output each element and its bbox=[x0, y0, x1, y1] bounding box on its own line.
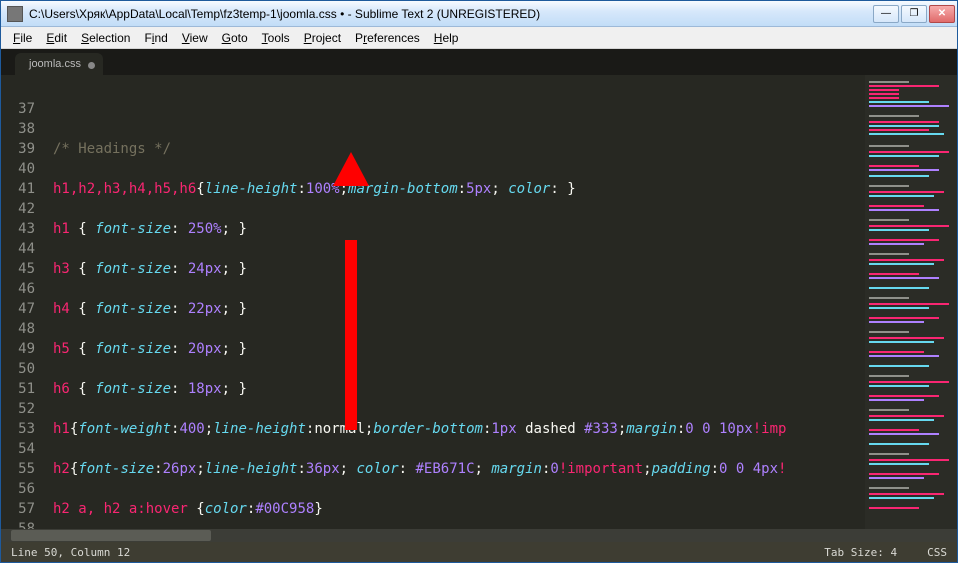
scroll-thumb[interactable] bbox=[11, 530, 211, 541]
tab-label: joomla.css bbox=[29, 58, 81, 70]
menu-help[interactable]: Help bbox=[428, 29, 465, 47]
menubar: File Edit Selection Find View Goto Tools… bbox=[1, 27, 957, 49]
statusbar: Line 50, Column 12 Tab Size: 4 CSS bbox=[1, 542, 957, 562]
titlebar[interactable]: C:\Users\Хряк\AppData\Local\Temp\fz3temp… bbox=[1, 1, 957, 27]
code-content[interactable]: /* Headings */ h1,h2,h3,h4,h5,h6{line-he… bbox=[45, 75, 865, 529]
minimap[interactable] bbox=[865, 75, 957, 529]
menu-file[interactable]: File bbox=[7, 29, 38, 47]
editor-area: joomla.css 37 38 39 40 41 42 43 44 45 46… bbox=[1, 49, 957, 562]
gutter: 37 38 39 40 41 42 43 44 45 46 47 48 49 5… bbox=[1, 75, 45, 529]
menu-find[interactable]: Find bbox=[138, 29, 173, 47]
code-editor[interactable]: 37 38 39 40 41 42 43 44 45 46 47 48 49 5… bbox=[1, 75, 957, 529]
minimize-button[interactable]: — bbox=[873, 5, 899, 23]
menu-view[interactable]: View bbox=[176, 29, 214, 47]
horizontal-scrollbar[interactable] bbox=[1, 529, 957, 542]
maximize-button[interactable]: ❐ bbox=[901, 5, 927, 23]
menu-preferences[interactable]: Preferences bbox=[349, 29, 426, 47]
menu-selection[interactable]: Selection bbox=[75, 29, 136, 47]
app-window: C:\Users\Хряк\AppData\Local\Temp\fz3temp… bbox=[0, 0, 958, 563]
status-language[interactable]: CSS bbox=[927, 546, 947, 559]
menu-edit[interactable]: Edit bbox=[40, 29, 73, 47]
window-title: C:\Users\Хряк\AppData\Local\Temp\fz3temp… bbox=[29, 7, 873, 21]
close-button[interactable]: ✕ bbox=[929, 5, 955, 23]
tab-joomla-css[interactable]: joomla.css bbox=[15, 53, 103, 75]
menu-goto[interactable]: Goto bbox=[216, 29, 254, 47]
tabstrip: joomla.css bbox=[1, 49, 957, 75]
status-cursor-position[interactable]: Line 50, Column 12 bbox=[11, 546, 130, 559]
menu-project[interactable]: Project bbox=[298, 29, 347, 47]
window-controls: — ❐ ✕ bbox=[873, 5, 955, 23]
menu-tools[interactable]: Tools bbox=[256, 29, 296, 47]
app-icon bbox=[7, 6, 23, 22]
status-tab-size[interactable]: Tab Size: 4 bbox=[824, 546, 897, 559]
dirty-indicator-icon bbox=[88, 62, 95, 69]
